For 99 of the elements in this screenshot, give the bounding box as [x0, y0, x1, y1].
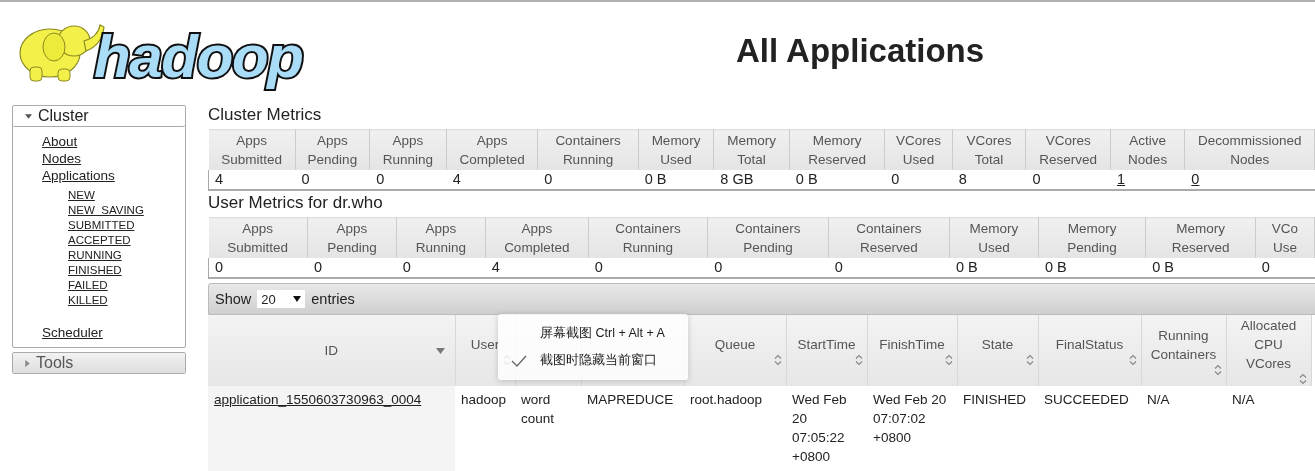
metric-value: 8: [958, 171, 967, 187]
metric-value: 0: [594, 259, 603, 275]
metric-value: 0 B: [1152, 259, 1175, 275]
nav-link[interactable]: SUBMITTED: [68, 218, 135, 233]
column-header: VCores Total: [952, 129, 1026, 170]
sort-icon[interactable]: [944, 354, 953, 366]
column-header[interactable]: FinishTime: [867, 315, 957, 386]
column-header[interactable]: FinalStatus: [1038, 315, 1141, 386]
metric-value: 0: [714, 259, 723, 275]
column-header: Apps Running: [396, 217, 486, 258]
metric-value: 0 B: [644, 171, 667, 187]
table-cell: N/A: [1147, 392, 1170, 407]
metric-value: 4: [215, 171, 224, 187]
nav-link[interactable]: About: [42, 133, 78, 150]
column-header: Apps Submitted: [208, 129, 296, 170]
entries-label: entries: [311, 291, 355, 307]
column-header: Decommissioned Nodes: [1184, 129, 1315, 170]
column-header[interactable]: Queue: [684, 315, 786, 386]
section-title: Cluster Metrics: [208, 105, 323, 125]
column-header: VCores Used: [884, 129, 953, 170]
table-cell: root.hadoop: [690, 392, 763, 407]
section-header[interactable]: Cluster: [13, 106, 185, 127]
column-header[interactable]: State: [957, 315, 1038, 386]
caret-down-icon: [25, 113, 32, 119]
show-label: Show: [215, 291, 252, 307]
count-link[interactable]: 1: [1116, 171, 1125, 187]
count-link[interactable]: 0: [1191, 171, 1200, 187]
column-header: Memory Pending: [1038, 217, 1146, 258]
section-header[interactable]: Tools: [13, 353, 185, 373]
column-header[interactable]: Allocated CPU VCores: [1226, 315, 1311, 386]
entries-select[interactable]: 20: [257, 290, 306, 308]
column-header: VCo Use: [1255, 217, 1315, 258]
column-header: Apps Pending: [307, 217, 397, 258]
column-header: Apps Running: [369, 129, 447, 170]
table-cell: hadoop: [461, 392, 507, 407]
nav-link[interactable]: Applications: [42, 167, 115, 184]
table-cell: Wed Feb 20 07:07:02 +0800: [873, 392, 947, 445]
table-cell: MAPREDUCE: [587, 392, 674, 407]
metric-value: 4: [452, 171, 461, 187]
column-header[interactable]: StartTime: [786, 315, 867, 386]
caret-right-icon: [25, 359, 30, 367]
nav-link[interactable]: KILLED: [68, 293, 108, 308]
sort-icon[interactable]: [1298, 373, 1307, 385]
metric-value: 0 B: [956, 259, 978, 275]
metric-value: 0: [301, 171, 310, 187]
metric-value: 0: [376, 171, 385, 187]
column-header: Containers Pending: [707, 217, 829, 258]
nav-link[interactable]: ACCEPTED: [68, 233, 131, 248]
nav-link[interactable]: FINISHED: [68, 263, 122, 278]
metric-value: 8 GB: [720, 171, 754, 187]
sort-icon[interactable]: [1213, 363, 1222, 376]
page-title: All Applications: [736, 32, 985, 70]
table-cell: N/A: [1232, 392, 1255, 407]
column-header: Memory Reserved: [789, 129, 885, 170]
metric-value: 0: [891, 171, 900, 187]
application-link[interactable]: application_1550603730963_0004: [214, 392, 422, 407]
column-header: Containers Running: [588, 217, 708, 258]
nav-link[interactable]: Scheduler: [42, 324, 103, 341]
column-header: Apps Pending: [295, 129, 370, 170]
column-header: Apps Completed: [485, 217, 589, 258]
column-header: Memory Reserved: [1145, 217, 1256, 258]
table-cell: FINISHED: [963, 392, 1026, 407]
nav-link[interactable]: RUNNING: [68, 248, 122, 263]
metric-value: 0: [402, 259, 411, 275]
metric-value: 0: [834, 259, 843, 275]
column-header: Containers Reserved: [828, 217, 950, 258]
column-header: Apps Completed: [446, 129, 538, 170]
table-cell: word count: [521, 392, 555, 426]
nav-link[interactable]: NEW_SAVING: [68, 203, 144, 218]
metric-value: 0: [1032, 171, 1041, 187]
metric-value: 0: [215, 259, 224, 275]
section-title: User Metrics for dr.who: [208, 193, 384, 213]
sort-icon[interactable]: [854, 354, 863, 366]
table-cell: SUCCEEDED: [1044, 392, 1129, 407]
nav-link[interactable]: Nodes: [42, 150, 82, 167]
table-cell: Wed Feb 20 07:05:22 +0800: [792, 392, 847, 464]
caret-down-icon: [293, 296, 302, 302]
sort-descending-icon[interactable]: [435, 348, 445, 354]
metric-value: 0 B: [1044, 259, 1067, 275]
column-header: Containers Running: [537, 129, 639, 170]
column-header: Apps Submitted: [208, 217, 308, 258]
hadoop-logo: hadoop: [12, 11, 312, 91]
column-header: Memory Total: [713, 129, 790, 170]
nav-link[interactable]: FAILED: [68, 278, 108, 293]
column-header: Active Nodes: [1110, 129, 1185, 170]
column-header: Memory Used: [949, 217, 1039, 258]
column-header: VCores Reserved: [1025, 129, 1111, 170]
sort-icon[interactable]: [773, 354, 782, 366]
column-header: Memory Used: [638, 129, 714, 170]
metric-value: 0: [544, 171, 553, 187]
metric-value: 0: [313, 259, 322, 275]
metric-value: 4: [491, 259, 500, 275]
metric-value: 0: [1261, 259, 1270, 275]
column-header[interactable]: ID: [208, 315, 455, 386]
nav-link[interactable]: NEW: [68, 188, 95, 203]
sort-icon[interactable]: [1025, 354, 1034, 366]
sort-icon[interactable]: [1128, 354, 1137, 366]
column-header[interactable]: Running Containers: [1141, 315, 1226, 386]
metric-value: 0 B: [795, 171, 818, 187]
